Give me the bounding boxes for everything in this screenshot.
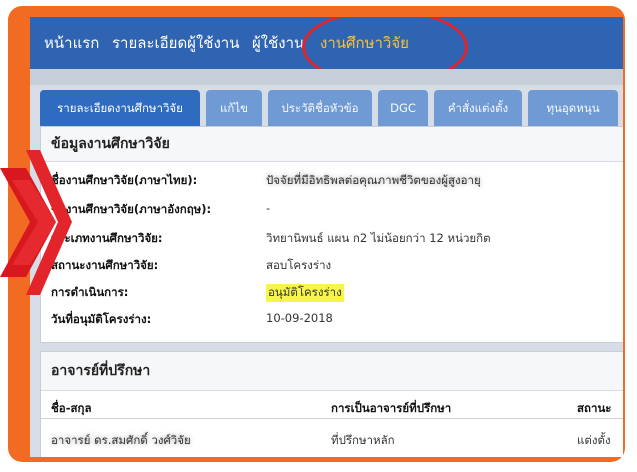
field-value-highlighted: อนุมัติโครงร่าง	[266, 284, 344, 302]
app-screen: หน้าแรก รายละเอียดผู้ใช้งาน ผู้ใช้งาน งา…	[30, 17, 623, 457]
field-value: -	[266, 201, 271, 215]
tab-research-details[interactable]: รายละเอียดงานศึกษาวิจัย	[40, 90, 200, 126]
field-value: สอบโครงร่าง	[266, 258, 332, 272]
tab-dgc[interactable]: DGC	[378, 90, 428, 126]
tab-edit[interactable]: แก้ไข	[206, 90, 262, 126]
tab-bar: รายละเอียดงานศึกษาวิจัย แก้ไข ประวัติชื่…	[40, 90, 623, 126]
research-info-title: ข้อมูลงานศึกษาวิจัย	[41, 127, 623, 162]
advisor-name: อาจารย์ ดร.สมศักดิ์ วงศ์วิจัย	[51, 433, 191, 447]
tab-title-history[interactable]: ประวัติชื่อหัวข้อ	[268, 90, 372, 126]
nav-item-home[interactable]: หน้าแรก	[44, 31, 99, 55]
field-label: ชื่องานศึกษาวิจัย(ภาษาไทย):	[51, 173, 198, 187]
advisor-card: อาจารย์ที่ปรึกษา ชื่อ-สกุล การเป็นอาจารย…	[40, 351, 623, 457]
field-label: การดำเนินการ:	[51, 285, 129, 299]
field-value: วิทยานิพนธ์ แผน ก2 ไม่น้อยกว่า 12 หน่วยก…	[266, 231, 491, 245]
column-header-role: การเป็นอาจารย์ที่ปรึกษา	[331, 401, 452, 415]
nav-band	[30, 69, 623, 85]
field-label: ประเภทงานศึกษาวิจัย:	[51, 231, 163, 245]
advisor-role: ที่ปรึกษาหลัก	[331, 433, 395, 447]
field-label: ชื่องานศึกษาวิจัย(ภาษาอังกฤษ):	[51, 202, 212, 216]
nav-item-users[interactable]: ผู้ใช้งาน	[252, 31, 304, 55]
field-value: ปัจจัยที่มีอิทธิพลต่อคุณภาพชีวิตของผู้สู…	[266, 173, 481, 187]
column-header-status: สถานะ	[577, 401, 612, 415]
column-header-name: ชื่อ-สกุล	[51, 401, 92, 415]
field-label: สถานะงานศึกษาวิจัย:	[51, 258, 159, 272]
advisor-status: แต่งตั้ง	[577, 433, 611, 447]
table-divider	[41, 418, 623, 419]
field-label: วันที่อนุมัติโครงร่าง:	[51, 312, 152, 326]
nav-item-user-details[interactable]: รายละเอียดผู้ใช้งาน	[112, 31, 239, 55]
top-navbar: หน้าแรก รายละเอียดผู้ใช้งาน ผู้ใช้งาน งา…	[30, 17, 623, 85]
research-info-card: ข้อมูลงานศึกษาวิจัย ชื่องานศึกษาวิจัย(ภา…	[40, 126, 623, 343]
tab-appointment-order[interactable]: คำสั่งแต่งตั้ง	[434, 90, 522, 126]
tab-grant[interactable]: ทุนอุดหนุน	[528, 90, 618, 126]
advisor-title: อาจารย์ที่ปรึกษา	[41, 352, 623, 391]
red-chevron-arrow-icon	[0, 150, 72, 295]
field-value: 10-09-2018	[266, 311, 333, 325]
